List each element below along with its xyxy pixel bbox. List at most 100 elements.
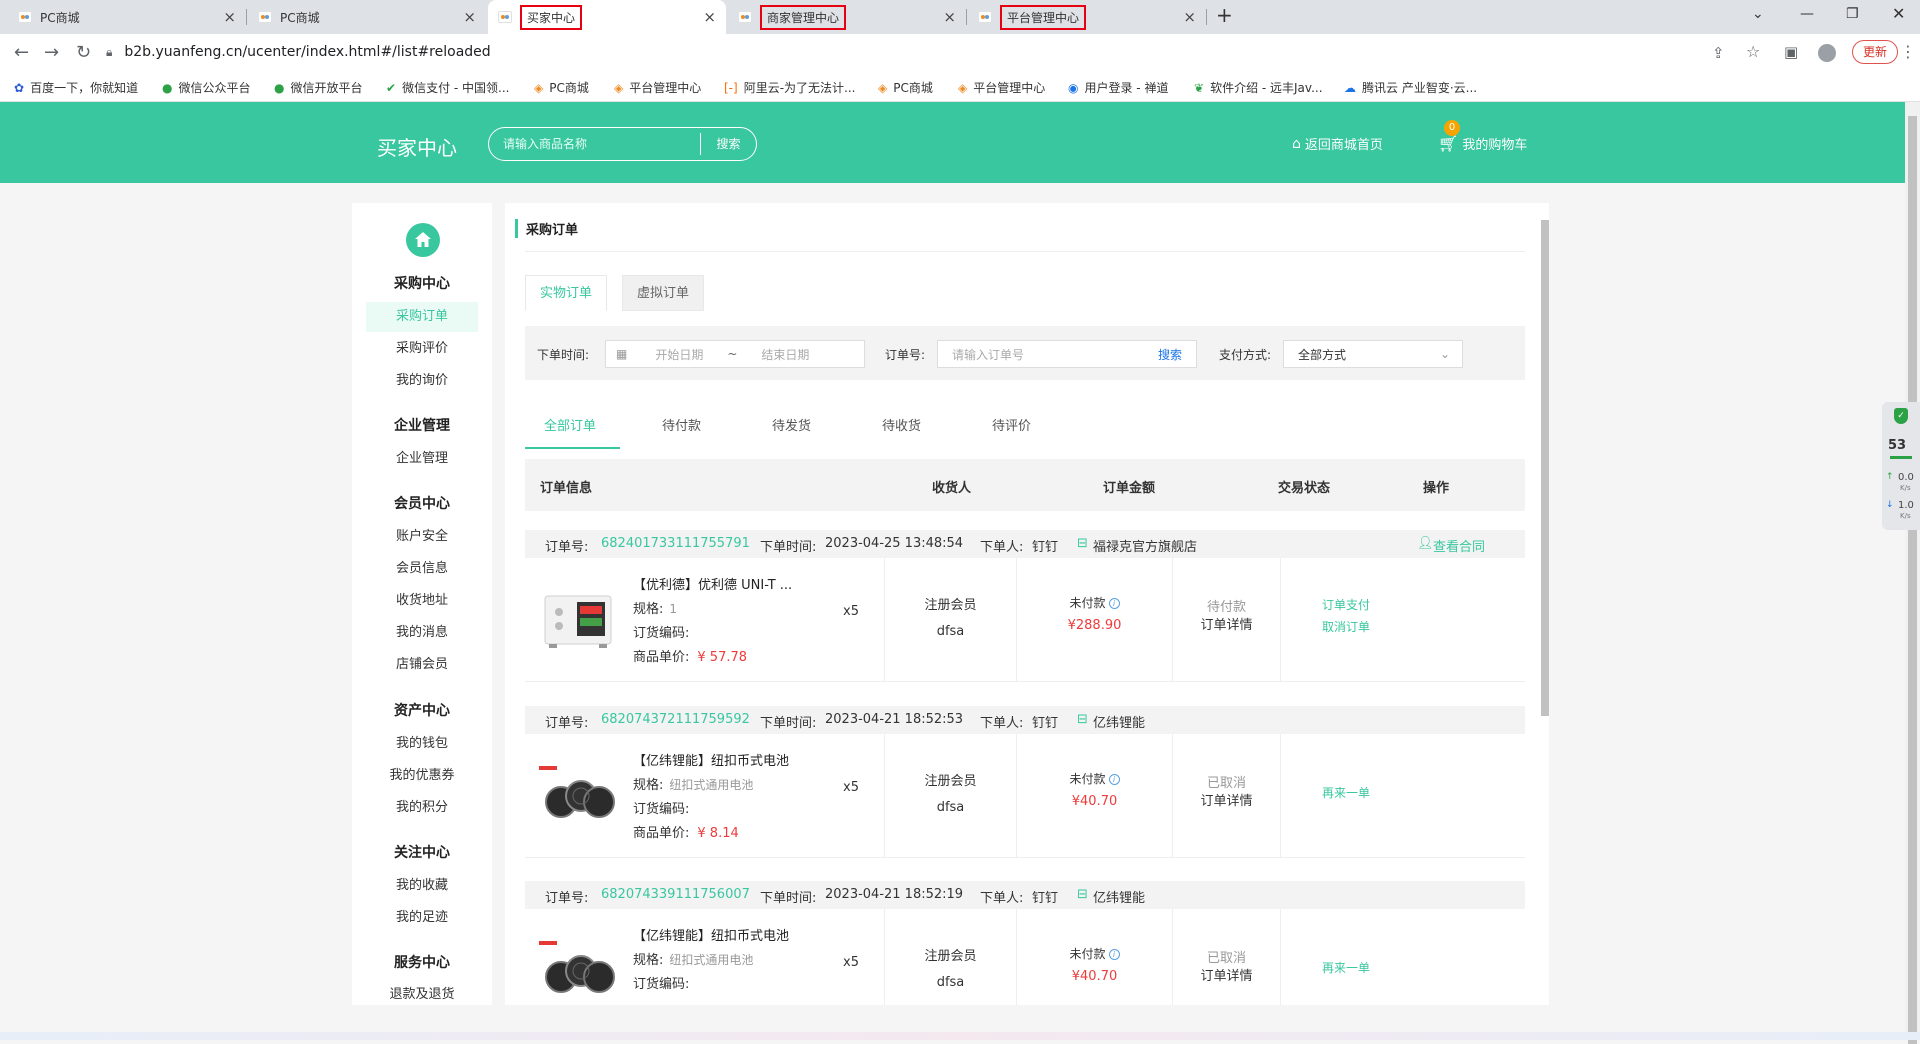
sidebar-item-account-security[interactable]: 账户安全	[366, 522, 478, 552]
scrollbar-thumb[interactable]	[1541, 220, 1549, 716]
bookmark-item[interactable]: ● 微信开放平台	[274, 79, 363, 96]
sidebar-item-enterprise[interactable]: 企业管理	[366, 444, 478, 474]
status-tab-pending-shipment[interactable]: 待发货	[772, 415, 811, 434]
order-number[interactable]: 682401733111755791	[601, 536, 750, 551]
bookmark-item[interactable]: ◈ PC商城	[878, 79, 933, 96]
network-speed-widget[interactable]: ✓ 53 ↑ 0.0 K/s ↓ 1.0 K/s	[1882, 402, 1920, 530]
bookmark-item[interactable]: ◈ PC商城	[534, 79, 589, 96]
bookmark-item[interactable]: ☁ 腾讯云 产业智变·云...	[1344, 79, 1477, 96]
search-button[interactable]: 搜索	[700, 133, 756, 155]
product-name[interactable]: 【亿纬锂能】纽扣币式电池	[633, 750, 789, 769]
info-icon[interactable]: i	[1108, 774, 1120, 785]
lock-icon: 🔒︎	[106, 44, 113, 59]
shop-name[interactable]: 亿纬锂能	[1093, 712, 1145, 731]
maximize-icon[interactable]: ❐	[1846, 6, 1859, 22]
order-number[interactable]: 682074339111756007	[601, 887, 750, 902]
sidebar-item-addresses[interactable]: 收货地址	[366, 586, 478, 616]
side-panel-icon[interactable]: ▣	[1784, 43, 1798, 61]
bookmark-item[interactable]: ● 微信公众平台	[162, 79, 251, 96]
sidebar-item-purchase-orders[interactable]: 采购订单	[366, 302, 478, 332]
close-tab-icon[interactable]: ×	[703, 8, 716, 26]
bookmark-item[interactable]: ✔ 微信支付 - 中国领...	[386, 79, 509, 96]
order-search-button[interactable]: 搜索	[1158, 346, 1182, 363]
home-icon[interactable]	[406, 223, 440, 257]
reorder-button[interactable]: 再来一单	[1281, 784, 1411, 801]
browser-tab[interactable]: 商家管理中心 ×	[728, 0, 967, 34]
sidebar-item-favorites[interactable]: 我的收藏	[366, 871, 478, 901]
bookmark-item[interactable]: ◉ 用户登录 - 禅道	[1068, 79, 1168, 96]
reload-icon[interactable]: ↻	[76, 42, 91, 63]
order-no-input[interactable]: 请输入订单号 搜索	[937, 340, 1197, 368]
info-icon[interactable]: i	[1108, 949, 1120, 960]
order-detail-link[interactable]: 订单详情	[1173, 790, 1280, 809]
order-number[interactable]: 682074372111759592	[601, 712, 750, 727]
order-detail-link[interactable]: 订单详情	[1173, 965, 1280, 984]
bookmark-item[interactable]: ◈ 平台管理中心	[958, 79, 1045, 96]
sidebar-item-refunds[interactable]: 退款及退货	[366, 980, 478, 1005]
bookmark-item[interactable]: ❦ 软件介绍 - 远丰Jav...	[1194, 79, 1323, 96]
sidebar-item-wallet[interactable]: 我的钱包	[366, 729, 478, 759]
browser-tab[interactable]: PC商城 ×	[248, 0, 486, 34]
bookmark-item[interactable]: ✿ 百度一下，你就知道	[14, 79, 138, 96]
back-to-mall-link[interactable]: ⌂ 返回商城首页	[1292, 134, 1383, 154]
status-tab-pending-review[interactable]: 待评价	[992, 415, 1031, 434]
minimize-icon[interactable]: —	[1800, 6, 1814, 22]
shop-name[interactable]: 福禄克官方旗舰店	[1093, 536, 1197, 555]
search-input[interactable]	[489, 137, 700, 151]
start-date-input[interactable]: 开始日期	[655, 346, 703, 363]
sidebar-item-messages[interactable]: 我的消息	[366, 618, 478, 648]
sidebar-item-member-info[interactable]: 会员信息	[366, 554, 478, 584]
browser-tab[interactable]: 平台管理中心 ×	[968, 0, 1207, 34]
menu-kebab-icon[interactable]: ⋮	[1900, 42, 1916, 61]
sidebar-item-my-inquiries[interactable]: 我的询价	[366, 366, 478, 396]
main-scrollbar[interactable]	[1540, 208, 1550, 1000]
status-tab-all[interactable]: 全部订单	[544, 415, 596, 434]
shop-name[interactable]: 亿纬锂能	[1093, 887, 1145, 906]
scrollbar-thumb[interactable]	[1908, 116, 1917, 1044]
back-arrow-icon[interactable]: ←	[14, 42, 29, 63]
bookmark-item[interactable]: ◈ 平台管理中心	[614, 79, 701, 96]
reorder-button[interactable]: 再来一单	[1281, 959, 1411, 976]
cancel-order-button[interactable]: 取消订单	[1281, 618, 1411, 635]
tab-physical-orders[interactable]: 实物订单	[525, 275, 608, 311]
status-tab-pending-payment[interactable]: 待付款	[662, 415, 701, 434]
pay-order-button[interactable]: 订单支付	[1281, 596, 1411, 613]
product-name[interactable]: 【优利德】优利德 UNI-T ...	[633, 574, 792, 593]
bookmark-star-icon[interactable]: ☆	[1746, 42, 1760, 61]
close-tab-icon[interactable]: ×	[1183, 8, 1196, 26]
browser-tab-active[interactable]: 买家中心 ×	[488, 0, 726, 34]
tab-search-chevron-icon[interactable]: ⌄	[1752, 6, 1764, 22]
product-image-coin-battery[interactable]	[539, 758, 617, 832]
close-tab-icon[interactable]: ×	[463, 8, 476, 26]
address-bar[interactable]: 🔒︎ b2b.yuanfeng.cn/ucenter/index.html#/l…	[106, 38, 1906, 66]
close-tab-icon[interactable]: ×	[943, 8, 956, 26]
sidebar-item-store-membership[interactable]: 店铺会员	[366, 650, 478, 680]
date-range-picker[interactable]: ▦ 开始日期 ~ 结束日期	[605, 340, 865, 368]
browser-tab[interactable]: PC商城 ×	[8, 0, 247, 34]
payment-method-select[interactable]: 全部方式 ⌄	[1283, 340, 1463, 368]
product-name[interactable]: 【亿纬锂能】纽扣币式电池	[633, 925, 789, 944]
shopping-cart-link[interactable]: 🛒︎ 我的购物车	[1438, 134, 1527, 153]
forward-arrow-icon[interactable]: →	[44, 42, 59, 63]
page-scrollbar[interactable]	[1905, 102, 1920, 1044]
sidebar-item-purchase-reviews[interactable]: 采购评价	[366, 334, 478, 364]
tab-virtual-orders[interactable]: 虚拟订单	[622, 275, 705, 311]
bookmark-item[interactable]: [-] 阿里云-为了无法计...	[724, 79, 855, 96]
new-tab-plus-icon[interactable]: +	[1216, 3, 1233, 27]
product-image-coin-battery[interactable]	[539, 933, 617, 1005]
update-button[interactable]: 更新	[1852, 40, 1899, 64]
sidebar-item-points[interactable]: 我的积分	[366, 793, 478, 823]
share-icon[interactable]: ⇪	[1712, 44, 1725, 62]
close-window-icon[interactable]: ✕	[1892, 4, 1905, 23]
close-tab-icon[interactable]: ×	[223, 8, 236, 26]
sidebar-item-coupons[interactable]: 我的优惠券	[366, 761, 478, 791]
status-tab-pending-receipt[interactable]: 待收货	[882, 415, 921, 434]
view-contract-link[interactable]: 查看合同	[1433, 536, 1485, 555]
sidebar-item-footprints[interactable]: 我的足迹	[366, 903, 478, 933]
end-date-input[interactable]: 结束日期	[761, 346, 809, 363]
info-icon[interactable]: i	[1108, 598, 1120, 609]
product-image-power-supply[interactable]	[539, 582, 617, 656]
profile-avatar-icon[interactable]	[1818, 44, 1836, 62]
order-detail-link[interactable]: 订单详情	[1173, 614, 1280, 633]
buyer-center-logo[interactable]: 买家中心	[377, 132, 457, 161]
